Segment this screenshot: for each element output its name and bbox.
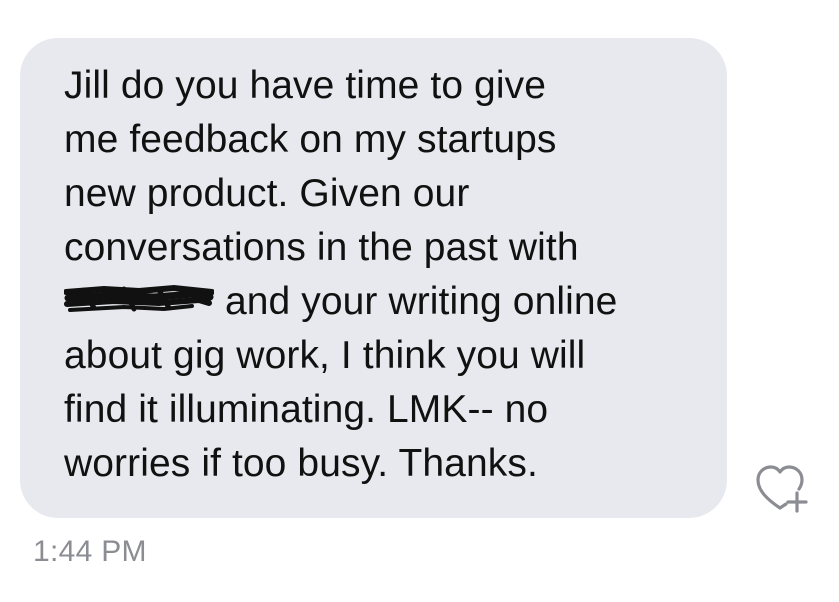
message-line: worries if too busy. Thanks.	[64, 442, 538, 485]
message-line: new product. Given our	[64, 172, 470, 215]
redaction-scribble	[64, 284, 214, 312]
message-timestamp: 1:44 PM	[33, 535, 147, 568]
heart-plus-icon[interactable]	[752, 460, 808, 514]
message-bubble[interactable]: Jill do you have time to give me feedbac…	[20, 38, 727, 518]
message-line: find it illuminating. LMK-- no	[64, 388, 549, 431]
message-text: Jill do you have time to give me feedbac…	[64, 59, 714, 491]
message-line-redacted: and your writing online	[64, 275, 714, 329]
message-line: conversations in the past with	[64, 226, 579, 269]
message-line: about gig work, I think you will	[64, 334, 586, 377]
message-line-text: and your writing online	[224, 280, 618, 323]
message-line: Jill do you have time to give	[64, 64, 546, 107]
message-line: me feedback on my startups	[64, 118, 557, 161]
